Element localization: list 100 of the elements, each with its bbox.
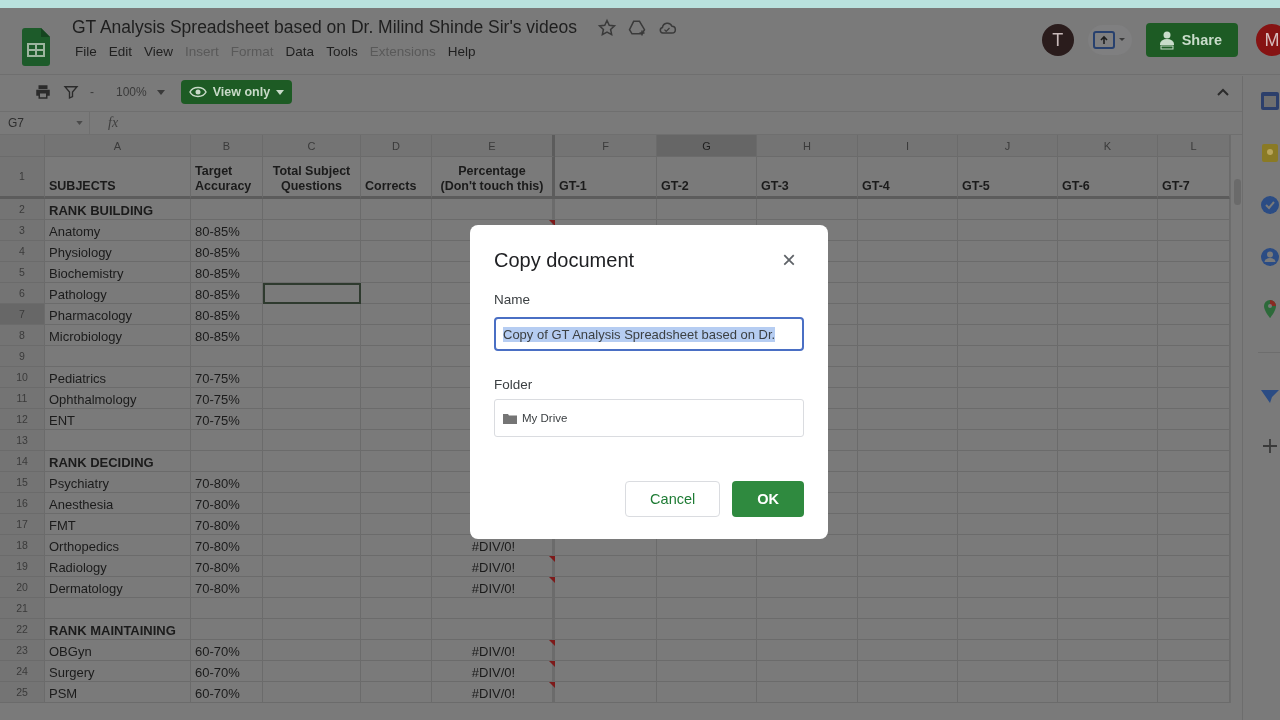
- present-button[interactable]: [1087, 25, 1132, 55]
- column-header[interactable]: F: [555, 135, 657, 157]
- table-cell: #DIV/0!: [471, 581, 516, 596]
- column-title: GT-2: [657, 157, 757, 199]
- table-cell-text: Radiology: [48, 559, 108, 577]
- field-label: Folder: [494, 377, 534, 392]
- column-title: Total Subject Questions: [263, 157, 361, 199]
- share-button[interactable]: Share: [1145, 23, 1238, 57]
- row-header[interactable]: 23: [0, 640, 45, 661]
- caret-icon[interactable]: [156, 89, 165, 95]
- row-header[interactable]: 12: [0, 409, 45, 430]
- column-title: GT-5: [958, 157, 1058, 199]
- row-header[interactable]: 22: [0, 619, 45, 640]
- filter-icon[interactable]: [62, 83, 80, 101]
- table-cell: #DIV/0!: [471, 665, 516, 680]
- row-header[interactable]: 19: [0, 556, 45, 577]
- table-cell-text: Biochemistry: [48, 265, 125, 283]
- field-label: Name: [494, 292, 531, 307]
- column-title: GT-6: [1058, 157, 1158, 199]
- column-header[interactable]: E: [432, 135, 555, 157]
- row-header[interactable]: 14: [0, 451, 45, 472]
- table-cell-text: Pathology: [48, 286, 108, 304]
- table-cell-text: Physiology: [48, 244, 113, 262]
- column-header[interactable]: K: [1058, 135, 1158, 157]
- column-title: GT-3: [757, 157, 858, 199]
- menu-item[interactable]: Help: [441, 42, 482, 61]
- tasks-icon[interactable]: [1258, 194, 1280, 216]
- row-header[interactable]: 3: [0, 220, 45, 241]
- row-header[interactable]: 10: [0, 367, 45, 388]
- table-cell-text: 80-85%: [194, 223, 241, 241]
- view-only-button[interactable]: View only: [180, 80, 293, 104]
- column-title: SUBJECTS: [45, 157, 191, 199]
- menu-item[interactable]: Edit: [102, 42, 139, 61]
- menu-item[interactable]: Tools: [320, 42, 364, 61]
- close-button[interactable]: ×: [776, 245, 802, 275]
- row-header[interactable]: 24: [0, 661, 45, 682]
- table-cell-text: 80-85%: [194, 328, 241, 346]
- eye-icon: [188, 86, 207, 98]
- name-field[interactable]: Copy of GT Analysis Spreadsheet based on Dr.: [494, 317, 804, 351]
- table-cell-text: 80-85%: [194, 286, 241, 304]
- column-header[interactable]: H: [757, 135, 858, 157]
- folder-field[interactable]: My Drive: [494, 399, 804, 437]
- table-cell-text: Anatomy: [48, 223, 102, 241]
- row-header[interactable]: 18: [0, 535, 45, 556]
- column-header[interactable]: I: [858, 135, 958, 157]
- row-header[interactable]: 21: [0, 598, 45, 619]
- sheets-logo-icon[interactable]: [22, 28, 50, 66]
- menu-item[interactable]: Data: [279, 42, 321, 61]
- row-header[interactable]: 11: [0, 388, 45, 409]
- menu-item[interactable]: File: [69, 42, 103, 61]
- table-cell-text: Anesthesia: [48, 496, 115, 514]
- column-header[interactable]: D: [361, 135, 432, 157]
- row-header[interactable]: 15: [0, 472, 45, 493]
- filter-caret[interactable]: -: [90, 85, 94, 99]
- row-header[interactable]: 16: [0, 493, 45, 514]
- column-title: Target Accuracy: [191, 157, 263, 199]
- table-cell-text: Pediatrics: [48, 370, 108, 388]
- table-cell-text: 60-70%: [194, 643, 241, 661]
- table-cell-text: 80-85%: [194, 307, 241, 325]
- user-avatar[interactable]: M: [1256, 24, 1280, 56]
- caret-icon: [76, 121, 83, 125]
- document-title[interactable]: GT Analysis Spreadsheet based on Dr. Milind Shinde Sir's videos: [72, 17, 577, 38]
- column-title: Percentage (Don't touch this): [432, 157, 555, 199]
- star-icon[interactable]: [596, 17, 617, 38]
- table-cell-text: 70-80%: [194, 475, 241, 493]
- column-title: GT-4: [858, 157, 958, 199]
- column-title: Corrects: [361, 157, 432, 199]
- table-cell-text: PSM: [48, 685, 79, 703]
- table-cell-text: 80-85%: [194, 265, 241, 283]
- column-header[interactable]: G: [657, 135, 757, 157]
- ok-button[interactable]: OK: [732, 481, 804, 517]
- table-cell: #DIV/0!: [471, 539, 516, 554]
- zoom-dropdown[interactable]: 100%: [116, 85, 147, 99]
- table-cell-text: Pharmacology: [48, 307, 134, 325]
- print-icon[interactable]: [34, 83, 52, 101]
- caret-icon: [276, 89, 285, 95]
- table-cell-text: Surgery: [48, 664, 96, 682]
- column-header[interactable]: B: [191, 135, 263, 157]
- row-header[interactable]: 17: [0, 514, 45, 535]
- collaborator-avatar[interactable]: T: [1041, 24, 1074, 56]
- calendar-icon[interactable]: [1258, 90, 1280, 112]
- contacts-icon[interactable]: [1258, 246, 1280, 268]
- table-cell: #DIV/0!: [471, 686, 516, 701]
- table-cell-text: OBGyn: [48, 643, 93, 661]
- selected-cell[interactable]: [263, 283, 361, 304]
- table-cell-text: 70-80%: [194, 538, 241, 556]
- cancel-button[interactable]: Cancel: [625, 481, 721, 517]
- menu-item[interactable]: View: [138, 42, 180, 61]
- table-cell-text: 70-75%: [194, 391, 241, 409]
- name-box[interactable]: G7: [0, 112, 90, 134]
- column-header[interactable]: C: [263, 135, 361, 157]
- row-header[interactable]: 20: [0, 577, 45, 598]
- table-cell-text: Dermatology: [48, 580, 124, 598]
- table-cell-text: 60-70%: [194, 685, 241, 703]
- row-header[interactable]: 13: [0, 430, 45, 451]
- table-cell-text: 60-70%: [194, 664, 241, 682]
- table-cell-text: Ophthalmology: [48, 391, 138, 409]
- table-cell-text: RANK BUILDING: [48, 202, 154, 220]
- column-header[interactable]: A: [45, 135, 191, 157]
- row-header[interactable]: 25: [0, 682, 45, 703]
